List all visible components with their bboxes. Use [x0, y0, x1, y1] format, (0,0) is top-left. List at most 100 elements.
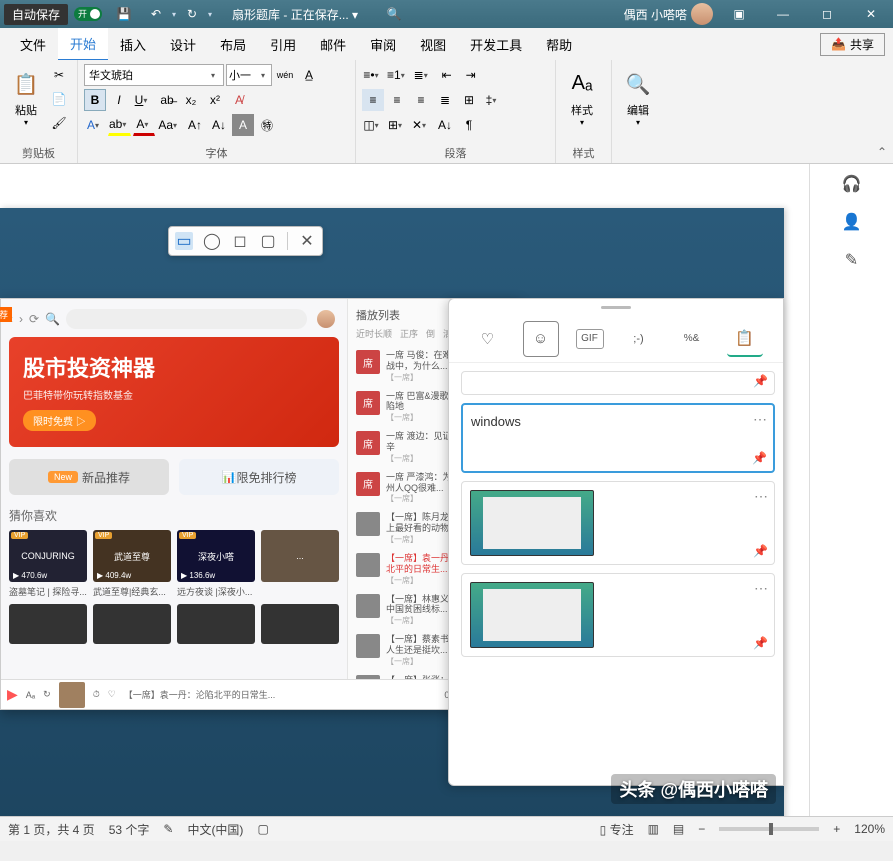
dec-indent-icon[interactable]: ⇤	[436, 64, 458, 86]
grow-font-icon[interactable]: A↑	[184, 114, 206, 136]
menu-home[interactable]: 开始	[58, 28, 108, 61]
banner-cta[interactable]: 限时免费 ▷	[23, 410, 96, 431]
clip-item-2[interactable]: windows ⋯ 📌	[461, 403, 775, 473]
menu-developer[interactable]: 开发工具	[458, 29, 534, 60]
shading-icon[interactable]: ◫▾	[362, 114, 384, 136]
status-lang[interactable]: 中文(中国)	[187, 821, 243, 838]
align-center-icon[interactable]: ≡	[386, 89, 408, 111]
menu-file[interactable]: 文件	[8, 29, 58, 60]
thumb-7[interactable]	[177, 604, 255, 644]
focus-mode[interactable]: ▯ 专注	[600, 821, 634, 838]
text-effects-icon[interactable]: A▾	[84, 114, 106, 136]
player-cover[interactable]	[59, 682, 85, 708]
font-size-select[interactable]: 小一▾	[226, 64, 272, 86]
asian-layout-icon[interactable]: ✕▾	[410, 114, 432, 136]
nav-search-icon[interactable]: 🔍	[45, 312, 60, 326]
snip-window-icon[interactable]: ◻	[231, 232, 249, 250]
thumb-6[interactable]	[93, 604, 171, 644]
redo-icon[interactable]: ↻	[182, 4, 202, 24]
snip-close-icon[interactable]: ✕	[298, 232, 316, 250]
media-avatar[interactable]	[317, 310, 335, 328]
font-color-icon[interactable]: A▾	[133, 114, 155, 136]
line-spacing-icon[interactable]: ‡▾	[482, 89, 504, 111]
thumb-4[interactable]: ...	[261, 530, 339, 598]
status-page[interactable]: 第 1 页，共 4 页	[8, 821, 95, 838]
pin-icon[interactable]: 📌	[753, 374, 768, 388]
player-clock-icon[interactable]: ⏱	[93, 689, 100, 700]
styles-button[interactable]: Aₐ样式▾	[562, 64, 602, 130]
thumb-3[interactable]: VIP深夜小嗒▶ 136.6w远方夜谈 |深夜小...	[177, 530, 255, 598]
zoom-level[interactable]: 120%	[854, 822, 885, 836]
subscript-button[interactable]: x₂	[180, 89, 202, 111]
ribbon-mode-icon[interactable]: ▣	[717, 0, 761, 28]
undo-icon[interactable]: ↶	[146, 4, 166, 24]
snip-full-icon[interactable]: ▢	[259, 232, 277, 250]
borders-icon[interactable]: ⊞▾	[386, 114, 408, 136]
view-print-icon[interactable]: ▥	[648, 822, 659, 836]
cut-icon[interactable]: ✂	[48, 64, 70, 86]
player-history-icon[interactable]: ↻	[43, 689, 51, 700]
bold-button[interactable]: B	[84, 89, 106, 111]
align-right-icon[interactable]: ≡	[410, 89, 432, 111]
status-macro-icon[interactable]: ▢	[257, 822, 268, 836]
snip-free-icon[interactable]: ◯	[203, 232, 221, 250]
align-left-icon[interactable]: ≡	[362, 89, 384, 111]
media-banner[interactable]: 股市投资神器 巴菲特带你玩转指数基金 限时免费 ▷	[9, 337, 339, 447]
document-name[interactable]: 扇形题库 - 正在保存... ▾	[212, 6, 378, 23]
show-marks-icon[interactable]: ¶	[458, 114, 480, 136]
clip-tab-favorite[interactable]: ♡	[470, 321, 506, 357]
thumb-1[interactable]: VIPCONJURING▶ 470.6w盗墓笔记 | 探险寻...	[9, 530, 87, 598]
player-font-icon[interactable]: Aₐ	[26, 690, 35, 700]
menu-design[interactable]: 设计	[158, 29, 208, 60]
snip-rect-icon[interactable]: ▭	[175, 232, 193, 250]
clip-menu-icon[interactable]: ⋯	[754, 488, 768, 505]
menu-references[interactable]: 引用	[258, 29, 308, 60]
multilevel-icon[interactable]: ≣▾	[412, 64, 434, 86]
nav-refresh-icon[interactable]: ⟳	[29, 312, 39, 326]
clip-drag-handle[interactable]	[449, 299, 783, 315]
sort-icon[interactable]: A↓	[434, 114, 456, 136]
menu-review[interactable]: 审阅	[358, 29, 408, 60]
copy-icon[interactable]: 📄	[48, 88, 70, 110]
font-name-select[interactable]: 华文琥珀▾	[84, 64, 224, 86]
distribute-icon[interactable]: ⊞	[458, 89, 480, 111]
clip-tab-history[interactable]: 📋	[727, 321, 763, 357]
zoom-in-icon[interactable]: +	[833, 822, 840, 836]
pin-icon[interactable]: 📌	[753, 636, 768, 650]
superscript-button[interactable]: x²	[204, 89, 226, 111]
status-words[interactable]: 53 个字	[109, 821, 150, 838]
minimize-button[interactable]: —	[761, 0, 805, 28]
bullets-icon[interactable]: ≡•▾	[362, 64, 384, 86]
inc-indent-icon[interactable]: ⇥	[460, 64, 482, 86]
menu-view[interactable]: 视图	[408, 29, 458, 60]
clip-menu-icon[interactable]: ⋯	[754, 580, 768, 597]
underline-button[interactable]: U▾	[132, 89, 154, 111]
menu-help[interactable]: 帮助	[534, 29, 584, 60]
media-search-input[interactable]	[66, 309, 307, 329]
clip-item-1[interactable]: 📌	[461, 371, 775, 395]
thumb-8[interactable]	[261, 604, 339, 644]
status-proof-icon[interactable]: ✎	[163, 822, 173, 836]
numbering-icon[interactable]: ≡1▾	[386, 64, 410, 86]
enclose-char-icon[interactable]: ㊕	[256, 114, 278, 136]
shrink-font-icon[interactable]: A↓	[208, 114, 230, 136]
view-web-icon[interactable]: ▤	[673, 822, 684, 836]
clear-format-icon[interactable]: A̸	[228, 89, 250, 111]
player-heart-icon[interactable]: ♡	[108, 689, 116, 700]
paste-button[interactable]: 📋粘贴▾	[6, 64, 46, 130]
menu-insert[interactable]: 插入	[108, 29, 158, 60]
avatar[interactable]	[691, 3, 713, 25]
close-button[interactable]: ✕	[849, 0, 893, 28]
italic-button[interactable]: I	[108, 89, 130, 111]
collapse-ribbon-icon[interactable]: ⌃	[877, 145, 887, 159]
nav-fwd-icon[interactable]: ›	[19, 312, 23, 326]
format-painter-icon[interactable]: 🖌	[48, 112, 70, 134]
rail-person-icon[interactable]: 👤	[842, 212, 862, 232]
justify-icon[interactable]: ≣	[434, 89, 456, 111]
pin-icon[interactable]: 📌	[752, 451, 767, 465]
phonetic-icon[interactable]: wén	[274, 64, 296, 86]
menu-mail[interactable]: 邮件	[308, 29, 358, 60]
pin-icon[interactable]: 📌	[753, 544, 768, 558]
edit-button[interactable]: 🔍编辑▾	[618, 64, 658, 130]
change-case-icon[interactable]: Aa▾	[157, 114, 182, 136]
